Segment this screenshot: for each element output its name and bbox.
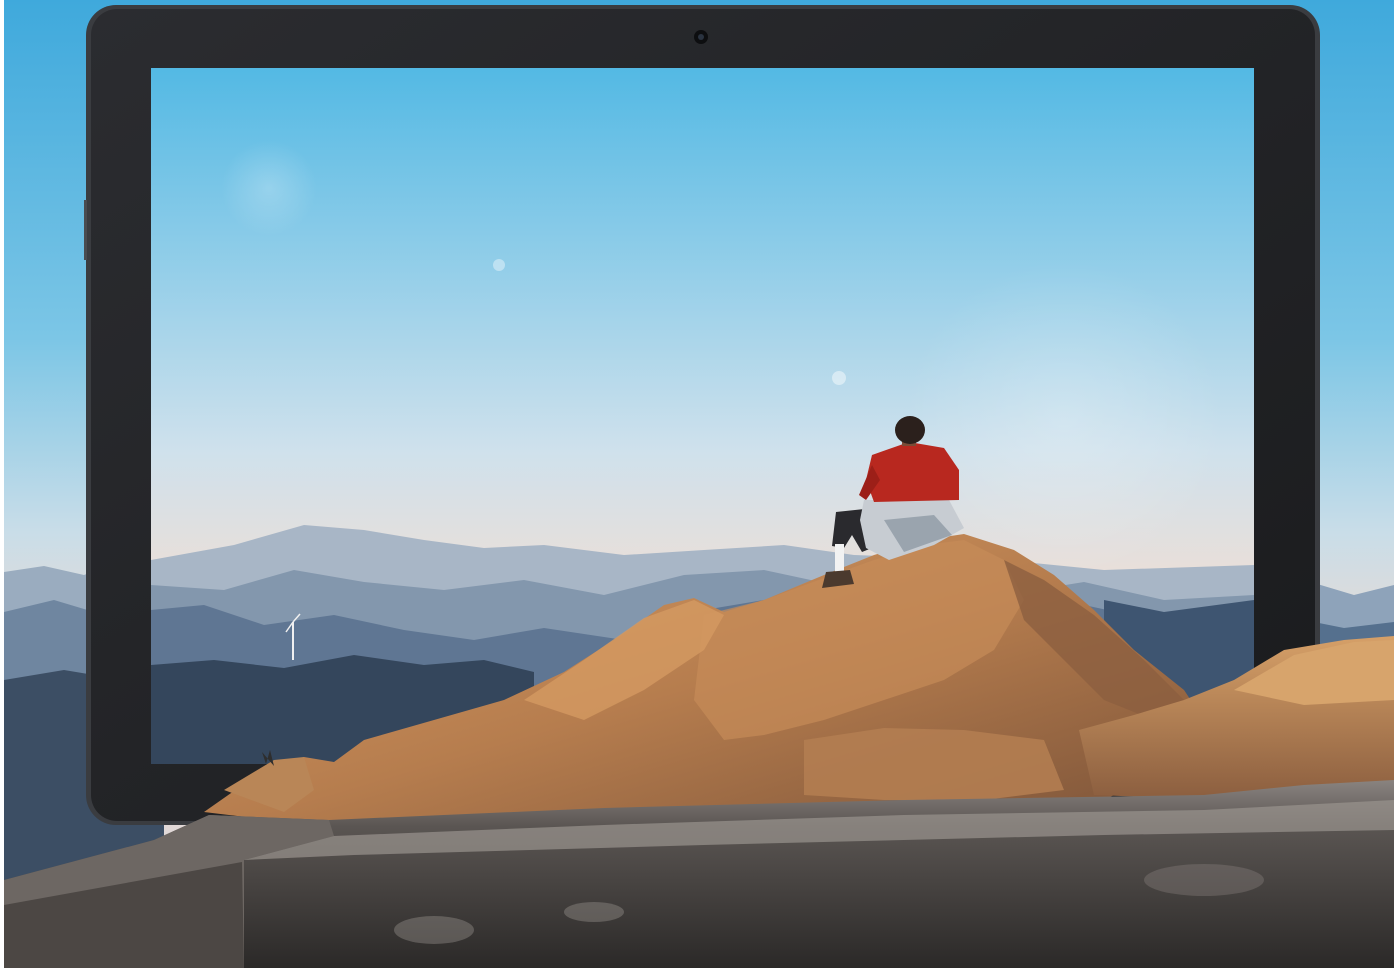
photo-scene <box>4 0 1394 968</box>
lens-flare <box>221 140 317 236</box>
scene-illustration <box>4 0 1394 968</box>
side-button <box>84 200 87 260</box>
lens-flare <box>832 371 846 385</box>
lens-flare <box>493 259 505 271</box>
